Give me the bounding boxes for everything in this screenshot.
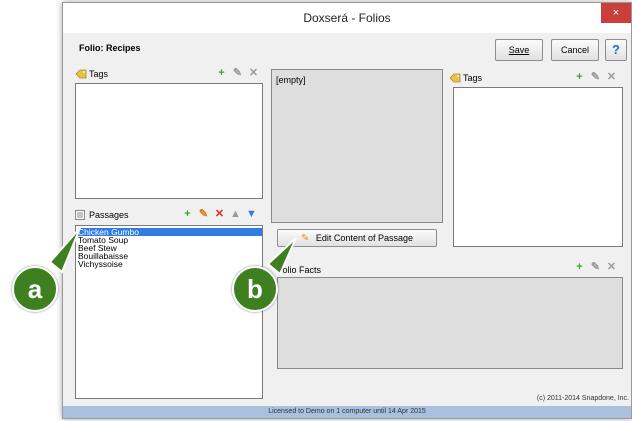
folio-title: Folio: Recipes: [79, 43, 141, 53]
tags-label: Tags: [89, 69, 109, 79]
move-down-button[interactable]: ▼: [245, 208, 258, 221]
folio-facts-label: Folio Facts: [277, 265, 322, 275]
left-tags-list[interactable]: [75, 83, 263, 199]
callout-b: b: [232, 266, 278, 312]
edit-right-tag-button[interactable]: ✎: [589, 71, 602, 84]
tag-icon: [449, 73, 461, 83]
add-tag-button[interactable]: +: [215, 67, 228, 80]
folio-facts-list[interactable]: [277, 277, 623, 369]
cancel-button[interactable]: Cancel: [551, 39, 599, 61]
help-button[interactable]: ?: [605, 39, 627, 61]
folios-window: Doxserá - Folios × Folio: Recipes Save C…: [62, 2, 632, 419]
right-tags-label: Tags: [463, 73, 483, 83]
edit-content-button[interactable]: ✎ Edit Content of Passage: [277, 229, 437, 247]
save-button[interactable]: Save: [495, 39, 543, 61]
edit-tag-button[interactable]: ✎: [231, 67, 244, 80]
move-up-button[interactable]: ▲: [229, 208, 242, 221]
pencil-icon: ✎: [301, 233, 310, 244]
content-text: [empty]: [276, 75, 306, 85]
list-item[interactable]: Vichyssoise: [78, 260, 262, 269]
right-tags-list[interactable]: [453, 87, 623, 247]
edit-passage-button[interactable]: ✎: [197, 208, 210, 221]
delete-tag-button[interactable]: ✕: [247, 67, 260, 80]
close-button[interactable]: ×: [601, 3, 631, 23]
save-label: Save: [508, 45, 530, 55]
edit-content-label: Edit Content of Passage: [315, 233, 413, 243]
tag-icon: [75, 69, 87, 79]
delete-passage-button[interactable]: ✕: [213, 208, 226, 221]
passages-list[interactable]: Chicken Gumbo Tomato Soup Beef Stew Boui…: [75, 225, 263, 399]
status-bar: Licensed to Demo on 1 computer until 14 …: [63, 406, 631, 418]
passage-content-area[interactable]: [empty]: [271, 69, 443, 223]
add-right-tag-button[interactable]: +: [573, 71, 586, 84]
edit-fact-button[interactable]: ✎: [589, 261, 602, 274]
delete-fact-button[interactable]: ✕: [605, 261, 618, 274]
passages-label: Passages: [89, 210, 129, 220]
callout-a: a: [12, 266, 58, 312]
delete-right-tag-button[interactable]: ✕: [605, 71, 618, 84]
copyright-text: (c) 2011-2014 Snapdone, Inc.: [536, 395, 629, 402]
window-title: Doxserá - Folios: [303, 11, 391, 25]
passages-icon: [75, 210, 87, 220]
add-passage-button[interactable]: +: [181, 208, 194, 221]
add-fact-button[interactable]: +: [573, 261, 586, 274]
title-bar: Doxserá - Folios ×: [63, 3, 631, 33]
